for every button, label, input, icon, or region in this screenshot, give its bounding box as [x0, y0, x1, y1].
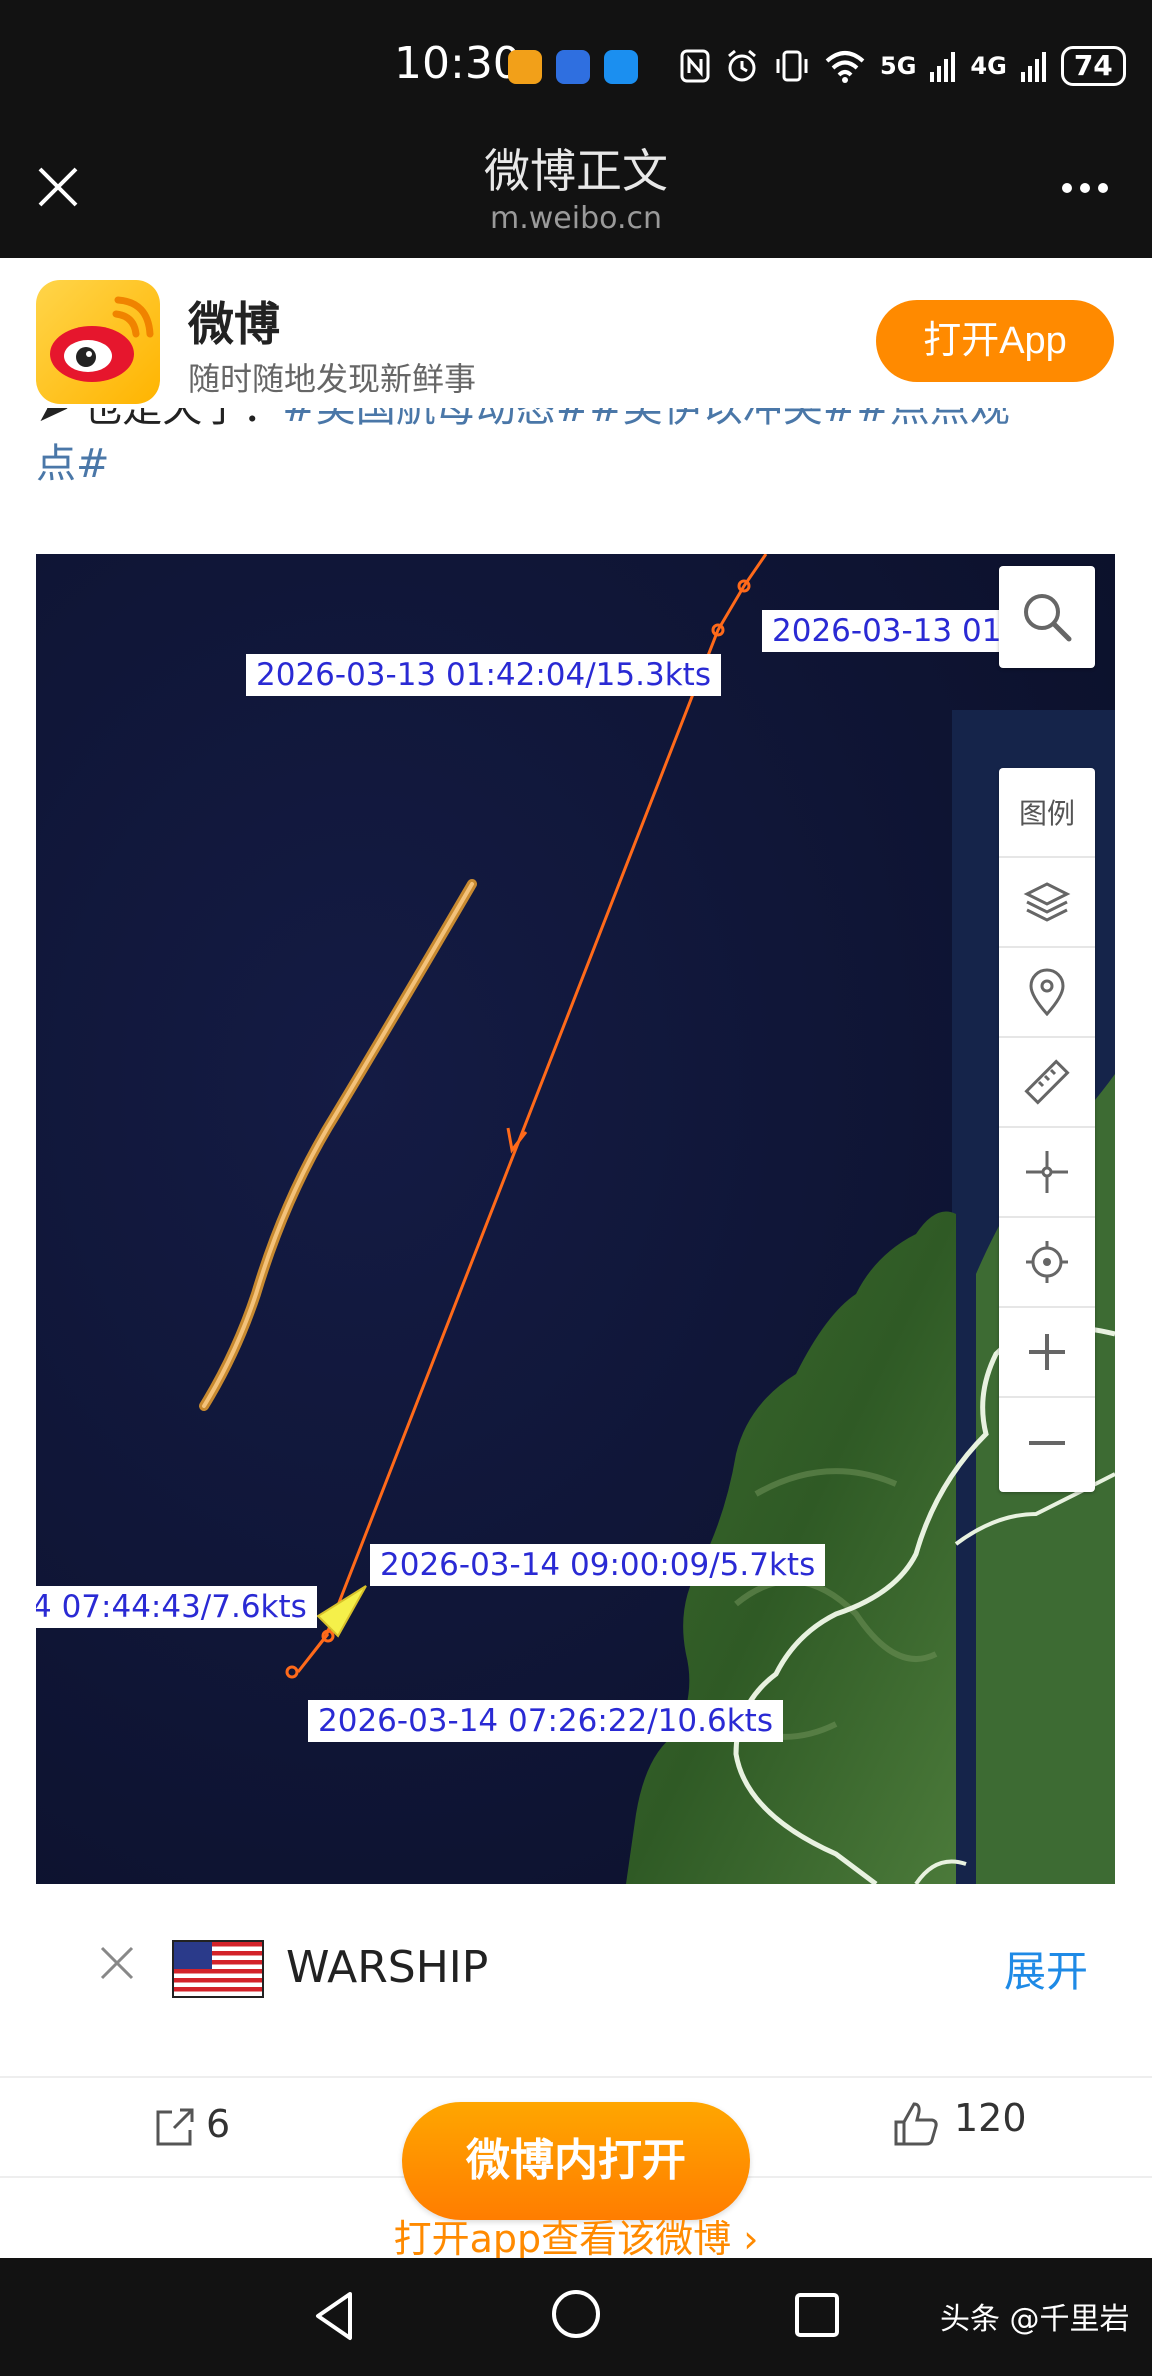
measure-button[interactable]: [999, 1038, 1095, 1128]
open-app-button[interactable]: 打开App: [876, 300, 1114, 382]
target-icon: [1026, 1241, 1068, 1283]
zoom-in-button[interactable]: [999, 1308, 1095, 1398]
track-label: 2026-03-13 01:42:04/15.3kts: [246, 654, 721, 696]
ruler-icon: [1024, 1059, 1070, 1105]
zoom-out-icon: [1029, 1441, 1065, 1445]
hashtag-link[interactable]: 点#: [36, 441, 110, 487]
notification-icons: [508, 50, 638, 84]
back-icon[interactable]: [310, 2288, 362, 2344]
vessel-info-bar: WARSHIP 展开: [0, 1884, 1152, 2070]
watermark-text: 头条 @千里岩: [940, 2302, 1130, 2337]
locate-button[interactable]: [999, 1218, 1095, 1308]
track-label: 2026-03-14 09:00:09/5.7kts: [370, 1544, 826, 1586]
zoom-out-button[interactable]: [999, 1398, 1095, 1488]
view-in-app-link[interactable]: 打开app查看该微博 ›: [0, 2208, 1152, 2263]
app-tagline: 随时随地发现新鲜事: [188, 360, 477, 398]
vessel-name: WARSHIP: [286, 1942, 489, 1993]
nfc-icon: [680, 49, 710, 83]
legend-button[interactable]: 图例: [999, 768, 1095, 858]
page-url: m.weibo.cn: [489, 201, 662, 236]
app-download-banner: 微博 随时随地发现新鲜事 打开App: [0, 258, 1152, 408]
vibrate-icon: [776, 50, 808, 82]
app-notification-icon: [604, 50, 638, 84]
network-4g-label: 4G: [970, 52, 1007, 80]
app-name: 微博: [188, 297, 280, 351]
battery-indicator: 74: [1060, 46, 1126, 86]
crosshair-icon: [1026, 1151, 1068, 1193]
ship-track-map-image[interactable]: 2026-03-13 01:42:2 2026-03-13 01:42:04/1…: [36, 554, 1115, 1884]
app-notification-icon: [508, 50, 542, 84]
map-search-button[interactable]: [999, 566, 1095, 668]
zoom-in-icon: [1029, 1334, 1065, 1370]
layers-icon: [1023, 882, 1071, 922]
network-5g-label: 5G: [880, 52, 917, 80]
share-icon[interactable]: [152, 2106, 196, 2150]
search-icon: [1024, 594, 1072, 642]
post-text: ➤ 也是天了：#美国航母动态##美伊以冲突##点点观 点#: [36, 408, 1116, 518]
signal-icon: [1020, 52, 1046, 82]
track-label: 4 07:44:43/7.6kts: [36, 1586, 317, 1628]
page-title: 微博正文: [484, 144, 668, 198]
divider: [0, 2076, 1152, 2078]
post-text-prefix: ➤ 也是天了：: [36, 408, 283, 431]
hashtag-links[interactable]: #美国航母动态##美伊以冲突##点点观: [282, 408, 1010, 431]
like-count: 120: [954, 2096, 1027, 2140]
status-time: 10:30: [394, 38, 521, 89]
close-icon[interactable]: [98, 1944, 136, 1982]
us-flag-icon: [172, 1940, 264, 1998]
status-bar: 10:30 5G 4G 74: [0, 0, 1152, 135]
recent-apps-icon[interactable]: [792, 2290, 842, 2340]
more-options-icon[interactable]: [1062, 183, 1108, 193]
home-icon[interactable]: [550, 2288, 602, 2340]
app-notification-icon: [556, 50, 590, 84]
weibo-logo-icon: [36, 280, 160, 404]
system-nav-bar: 头条 @千里岩: [0, 2258, 1152, 2376]
signal-icon: [930, 52, 956, 82]
thumbs-up-icon[interactable]: [892, 2100, 940, 2148]
track-label: 2026-03-14 07:26:22/10.6kts: [308, 1700, 783, 1742]
map-toolbar: 图例: [999, 768, 1095, 1492]
expand-link[interactable]: 展开: [1004, 1938, 1088, 1999]
layers-button[interactable]: [999, 858, 1095, 948]
location-button[interactable]: [999, 948, 1095, 1038]
open-in-weibo-button[interactable]: 微博内打开: [402, 2102, 750, 2220]
coordinate-button[interactable]: [999, 1128, 1095, 1218]
status-indicators: 5G 4G 74: [680, 46, 1126, 86]
location-pin-icon: [1029, 968, 1065, 1016]
browser-header: 微博正文 m.weibo.cn: [0, 135, 1152, 258]
wifi-icon: [825, 51, 865, 83]
alarm-icon: [728, 49, 756, 82]
share-count: 6: [206, 2102, 231, 2146]
satellite-map: [36, 554, 1115, 1884]
